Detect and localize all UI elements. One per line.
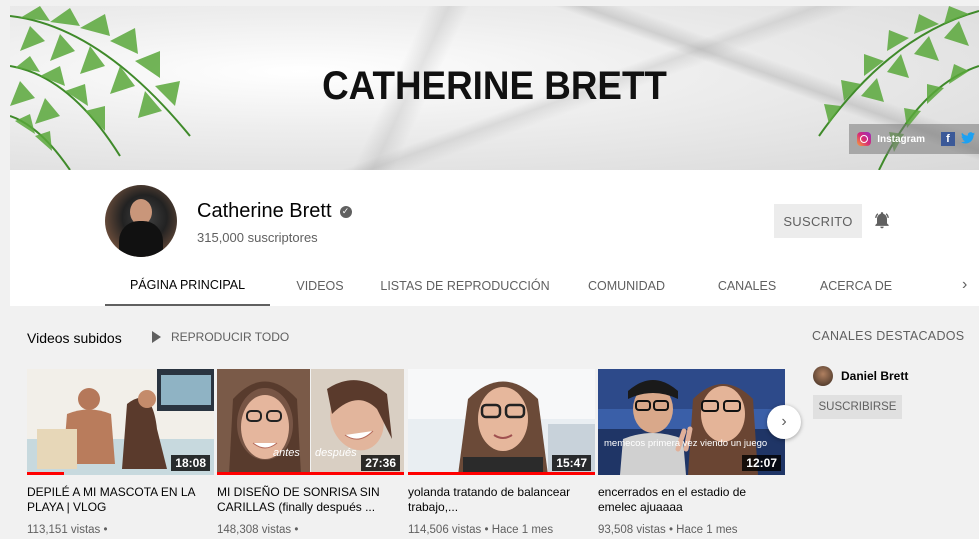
video-thumbnail[interactable]: 18:08 [27, 369, 214, 475]
channel-avatar[interactable] [105, 185, 177, 257]
channel-tabs: PÁGINA PRINCIPAL VIDEOS LISTAS DE REPROD… [105, 266, 911, 306]
watch-progress-bar [217, 472, 404, 475]
video-title[interactable]: encerrados en el estadio de emelec ajuaa… [598, 485, 785, 515]
tab-acerca-de[interactable]: ACERCA DE [801, 266, 911, 306]
video-title[interactable]: MI DISEÑO DE SONRISA SIN CARILLAS (final… [217, 485, 404, 515]
twitter-icon[interactable] [961, 131, 975, 147]
tab-comunidad[interactable]: COMUNIDAD [560, 266, 693, 306]
section-title[interactable]: Videos subidos [27, 330, 122, 346]
chevron-right-icon: › [781, 413, 787, 430]
video-card[interactable]: antes después 27:36 MI DISEÑO DE SONRISA… [217, 369, 404, 536]
video-meta: 114,506 vistas • Hace 1 mes [408, 524, 554, 536]
tabs-scroll-right-icon[interactable]: › [962, 276, 967, 294]
video-duration: 12:07 [742, 455, 781, 471]
channel-header: Catherine Brett ✓ 315,000 suscriptores S… [10, 170, 979, 306]
thumbnail-caption-antes: antes [273, 447, 300, 459]
thumbnail-caption: memecos primera vez viendo un juego [604, 438, 768, 449]
notification-bell-icon[interactable] [872, 210, 892, 230]
video-thumbnail[interactable]: antes después 27:36 [217, 369, 404, 475]
watch-progress-bar [408, 472, 595, 475]
featured-channels-title: CANALES DESTACADOS [812, 329, 965, 343]
featured-channel-name[interactable]: Daniel Brett [841, 369, 908, 383]
video-card[interactable]: 18:08 DEPILÉ A MI MASCOTA EN LA PLAYA | … [27, 369, 214, 536]
video-title[interactable]: yolanda tratando de balancear trabajo,..… [408, 485, 595, 515]
video-card[interactable]: memecos primera vez viendo un juego 12:0… [598, 369, 785, 536]
video-duration: 15:47 [552, 455, 591, 471]
channel-banner: CATHERINE BRETT Instagram f [10, 6, 979, 170]
featured-channel-avatar[interactable] [813, 366, 833, 386]
watch-progress-bar [27, 472, 65, 475]
play-all-button[interactable]: REPRODUCIR TODO [152, 330, 289, 344]
video-thumbnail[interactable]: memecos primera vez viendo un juego 12:0… [598, 369, 785, 475]
tab-listas-de-reproduccion[interactable]: LISTAS DE REPRODUCCIÓN [370, 266, 560, 306]
play-all-label: REPRODUCIR TODO [171, 330, 290, 344]
tab-canales[interactable]: CANALES [693, 266, 801, 306]
video-title[interactable]: DEPILÉ A MI MASCOTA EN LA PLAYA | VLOG [27, 485, 214, 515]
instagram-link[interactable]: Instagram [877, 134, 925, 145]
video-meta: 113,151 vistas • [27, 524, 108, 536]
video-duration: 27:36 [361, 455, 400, 471]
channel-name: Catherine Brett [197, 200, 332, 222]
carousel-next-button[interactable]: › [767, 405, 801, 439]
banner-social-links: Instagram f [849, 124, 979, 154]
tab-pagina-principal[interactable]: PÁGINA PRINCIPAL [105, 266, 270, 306]
video-duration: 18:08 [171, 455, 210, 471]
featured-subscribe-button[interactable]: SUSCRIBIRSE [813, 395, 902, 419]
video-meta: 148,308 vistas • [217, 524, 299, 536]
instagram-icon[interactable] [857, 132, 872, 146]
subscribed-button[interactable]: SUSCRITO [774, 204, 862, 238]
facebook-icon[interactable]: f [941, 132, 955, 146]
verified-check-icon: ✓ [339, 205, 352, 218]
banner-title: CATHERINE BRETT [322, 64, 667, 108]
video-card[interactable]: 15:47 yolanda tratando de balancear trab… [408, 369, 595, 536]
thumbnail-caption-despues: después [315, 447, 357, 459]
video-thumbnail[interactable]: 15:47 [408, 369, 595, 475]
channel-name-row: Catherine Brett ✓ [197, 200, 352, 223]
play-icon [152, 331, 161, 343]
video-meta: 93,508 vistas • Hace 1 mes [598, 524, 738, 536]
subscriber-count: 315,000 suscriptores [197, 230, 318, 245]
tab-videos[interactable]: VIDEOS [270, 266, 370, 306]
